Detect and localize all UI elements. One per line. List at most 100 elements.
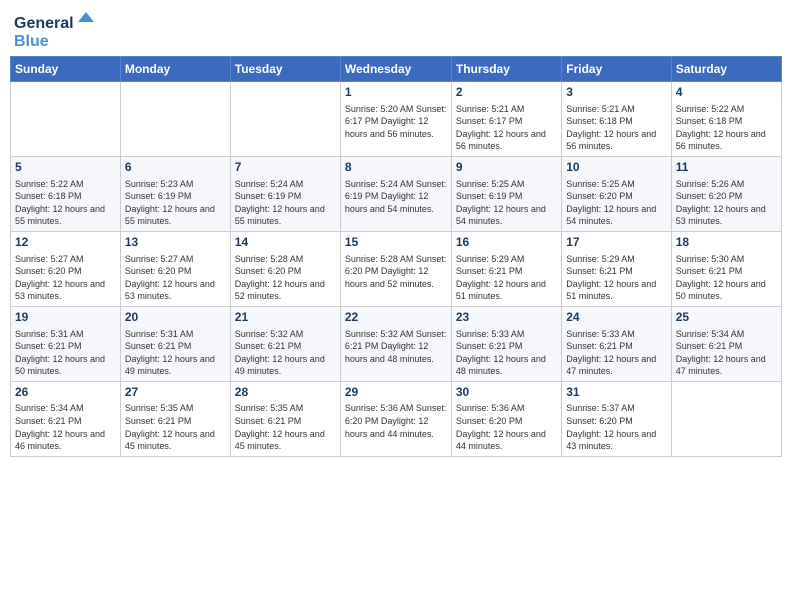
calendar-week-row: 19 Sunrise: 5:31 AM Sunset: 6:21 PM Dayli… bbox=[11, 306, 782, 381]
calendar-cell: 14 Sunrise: 5:28 AM Sunset: 6:20 PM Dayli… bbox=[230, 231, 340, 306]
day-info: Sunrise: 5:33 AM Sunset: 6:21 PM Dayligh… bbox=[456, 328, 557, 378]
day-info: Sunrise: 5:35 AM Sunset: 6:21 PM Dayligh… bbox=[125, 402, 226, 452]
day-number: 2 bbox=[456, 85, 557, 101]
day-number: 26 bbox=[15, 385, 116, 401]
day-info: Sunrise: 5:24 AM Sunset: 6:19 PM Dayligh… bbox=[235, 178, 336, 228]
calendar-cell bbox=[671, 381, 781, 456]
calendar-week-row: 26Sunrise: 5:34 AM Sunset: 6:21 PM Dayli… bbox=[11, 381, 782, 456]
calendar-cell: 19 Sunrise: 5:31 AM Sunset: 6:21 PM Dayli… bbox=[11, 306, 121, 381]
day-info: Sunrise: 5:36 AM Sunset: 6:20 PM Dayligh… bbox=[456, 402, 557, 452]
day-info: Sunrise: 5:37 AM Sunset: 6:20 PM Dayligh… bbox=[566, 402, 666, 452]
day-info: Sunrise: 5:25 AM Sunset: 6:19 PM Dayligh… bbox=[456, 178, 557, 228]
day-number: 25 bbox=[676, 310, 777, 326]
weekday-header-friday: Friday bbox=[562, 57, 671, 82]
day-number: 28 bbox=[235, 385, 336, 401]
calendar-cell: 5 Sunrise: 5:22 AM Sunset: 6:18 PM Daylig… bbox=[11, 156, 121, 231]
day-number: 29 bbox=[345, 385, 447, 401]
calendar-cell: 29Sunrise: 5:36 AM Sunset: 6:20 PM Dayli… bbox=[340, 381, 451, 456]
day-info: Sunrise: 5:28 AM Sunset: 6:20 PM Dayligh… bbox=[345, 253, 447, 291]
day-info: Sunrise: 5:23 AM Sunset: 6:19 PM Dayligh… bbox=[125, 178, 226, 228]
day-info: Sunrise: 5:21 AM Sunset: 6:17 PM Dayligh… bbox=[456, 103, 557, 153]
calendar-cell: 18 Sunrise: 5:30 AM Sunset: 6:21 PM Dayli… bbox=[671, 231, 781, 306]
calendar-cell: 11Sunrise: 5:26 AM Sunset: 6:20 PM Dayli… bbox=[671, 156, 781, 231]
calendar-cell: 26Sunrise: 5:34 AM Sunset: 6:21 PM Dayli… bbox=[11, 381, 121, 456]
calendar-cell: 30Sunrise: 5:36 AM Sunset: 6:20 PM Dayli… bbox=[451, 381, 561, 456]
day-info: Sunrise: 5:32 AM Sunset: 6:21 PM Dayligh… bbox=[345, 328, 447, 366]
day-info: Sunrise: 5:31 AM Sunset: 6:21 PM Dayligh… bbox=[125, 328, 226, 378]
calendar-cell: 23 Sunrise: 5:33 AM Sunset: 6:21 PM Dayli… bbox=[451, 306, 561, 381]
calendar-cell: 20 Sunrise: 5:31 AM Sunset: 6:21 PM Dayli… bbox=[120, 306, 230, 381]
day-info: Sunrise: 5:22 AM Sunset: 6:18 PM Dayligh… bbox=[15, 178, 116, 228]
calendar-cell: 3 Sunrise: 5:21 AM Sunset: 6:18 PM Daylig… bbox=[562, 82, 671, 157]
day-info: Sunrise: 5:35 AM Sunset: 6:21 PM Dayligh… bbox=[235, 402, 336, 452]
day-info: Sunrise: 5:34 AM Sunset: 6:21 PM Dayligh… bbox=[676, 328, 777, 378]
svg-text:General: General bbox=[14, 15, 74, 32]
day-number: 9 bbox=[456, 160, 557, 176]
day-number: 7 bbox=[235, 160, 336, 176]
calendar-cell: 15 Sunrise: 5:28 AM Sunset: 6:20 PM Dayli… bbox=[340, 231, 451, 306]
calendar-cell bbox=[230, 82, 340, 157]
calendar-cell: 21 Sunrise: 5:32 AM Sunset: 6:21 PM Dayli… bbox=[230, 306, 340, 381]
day-info: Sunrise: 5:22 AM Sunset: 6:18 PM Dayligh… bbox=[676, 103, 777, 153]
day-info: Sunrise: 5:25 AM Sunset: 6:20 PM Dayligh… bbox=[566, 178, 666, 228]
day-number: 10 bbox=[566, 160, 666, 176]
day-number: 22 bbox=[345, 310, 447, 326]
weekday-header-wednesday: Wednesday bbox=[340, 57, 451, 82]
calendar-cell: 24Sunrise: 5:33 AM Sunset: 6:21 PM Dayli… bbox=[562, 306, 671, 381]
day-info: Sunrise: 5:31 AM Sunset: 6:21 PM Dayligh… bbox=[15, 328, 116, 378]
weekday-header-monday: Monday bbox=[120, 57, 230, 82]
day-number: 20 bbox=[125, 310, 226, 326]
day-info: Sunrise: 5:29 AM Sunset: 6:21 PM Dayligh… bbox=[456, 253, 557, 303]
day-info: Sunrise: 5:27 AM Sunset: 6:20 PM Dayligh… bbox=[125, 253, 226, 303]
calendar-cell: 27Sunrise: 5:35 AM Sunset: 6:21 PM Dayli… bbox=[120, 381, 230, 456]
weekday-header-thursday: Thursday bbox=[451, 57, 561, 82]
day-info: Sunrise: 5:34 AM Sunset: 6:21 PM Dayligh… bbox=[15, 402, 116, 452]
weekday-header-sunday: Sunday bbox=[11, 57, 121, 82]
day-number: 14 bbox=[235, 235, 336, 251]
calendar-cell: 12 Sunrise: 5:27 AM Sunset: 6:20 PM Dayli… bbox=[11, 231, 121, 306]
day-number: 5 bbox=[15, 160, 116, 176]
logo-wrapper: General Blue bbox=[14, 10, 114, 50]
day-number: 17 bbox=[566, 235, 666, 251]
calendar-cell: 16Sunrise: 5:29 AM Sunset: 6:21 PM Dayli… bbox=[451, 231, 561, 306]
day-number: 4 bbox=[676, 85, 777, 101]
day-number: 19 bbox=[15, 310, 116, 326]
day-number: 12 bbox=[15, 235, 116, 251]
calendar-table: SundayMondayTuesdayWednesdayThursdayFrid… bbox=[10, 56, 782, 457]
weekday-header-saturday: Saturday bbox=[671, 57, 781, 82]
calendar-cell bbox=[11, 82, 121, 157]
page-header: General Blue bbox=[10, 10, 782, 50]
day-info: Sunrise: 5:20 AM Sunset: 6:17 PM Dayligh… bbox=[345, 103, 447, 141]
calendar-body: 1Sunrise: 5:20 AM Sunset: 6:17 PM Daylig… bbox=[11, 82, 782, 457]
calendar-cell: 6Sunrise: 5:23 AM Sunset: 6:19 PM Daylig… bbox=[120, 156, 230, 231]
calendar-cell: 4 Sunrise: 5:22 AM Sunset: 6:18 PM Daylig… bbox=[671, 82, 781, 157]
day-number: 23 bbox=[456, 310, 557, 326]
calendar-cell: 8 Sunrise: 5:24 AM Sunset: 6:19 PM Daylig… bbox=[340, 156, 451, 231]
day-info: Sunrise: 5:21 AM Sunset: 6:18 PM Dayligh… bbox=[566, 103, 666, 153]
day-number: 8 bbox=[345, 160, 447, 176]
day-info: Sunrise: 5:32 AM Sunset: 6:21 PM Dayligh… bbox=[235, 328, 336, 378]
calendar-cell: 31Sunrise: 5:37 AM Sunset: 6:20 PM Dayli… bbox=[562, 381, 671, 456]
day-number: 3 bbox=[566, 85, 666, 101]
day-info: Sunrise: 5:24 AM Sunset: 6:19 PM Dayligh… bbox=[345, 178, 447, 216]
day-info: Sunrise: 5:29 AM Sunset: 6:21 PM Dayligh… bbox=[566, 253, 666, 303]
day-number: 30 bbox=[456, 385, 557, 401]
calendar-cell: 22 Sunrise: 5:32 AM Sunset: 6:21 PM Dayli… bbox=[340, 306, 451, 381]
day-number: 27 bbox=[125, 385, 226, 401]
day-number: 15 bbox=[345, 235, 447, 251]
logo-svg: General Blue bbox=[14, 10, 114, 50]
calendar-week-row: 12 Sunrise: 5:27 AM Sunset: 6:20 PM Dayli… bbox=[11, 231, 782, 306]
day-number: 31 bbox=[566, 385, 666, 401]
day-number: 13 bbox=[125, 235, 226, 251]
weekday-header-tuesday: Tuesday bbox=[230, 57, 340, 82]
day-number: 21 bbox=[235, 310, 336, 326]
calendar-week-row: 5 Sunrise: 5:22 AM Sunset: 6:18 PM Daylig… bbox=[11, 156, 782, 231]
day-info: Sunrise: 5:36 AM Sunset: 6:20 PM Dayligh… bbox=[345, 402, 447, 440]
day-info: Sunrise: 5:27 AM Sunset: 6:20 PM Dayligh… bbox=[15, 253, 116, 303]
calendar-cell: 13 Sunrise: 5:27 AM Sunset: 6:20 PM Dayli… bbox=[120, 231, 230, 306]
day-number: 18 bbox=[676, 235, 777, 251]
calendar-cell: 25 Sunrise: 5:34 AM Sunset: 6:21 PM Dayli… bbox=[671, 306, 781, 381]
day-info: Sunrise: 5:28 AM Sunset: 6:20 PM Dayligh… bbox=[235, 253, 336, 303]
day-info: Sunrise: 5:30 AM Sunset: 6:21 PM Dayligh… bbox=[676, 253, 777, 303]
day-info: Sunrise: 5:33 AM Sunset: 6:21 PM Dayligh… bbox=[566, 328, 666, 378]
